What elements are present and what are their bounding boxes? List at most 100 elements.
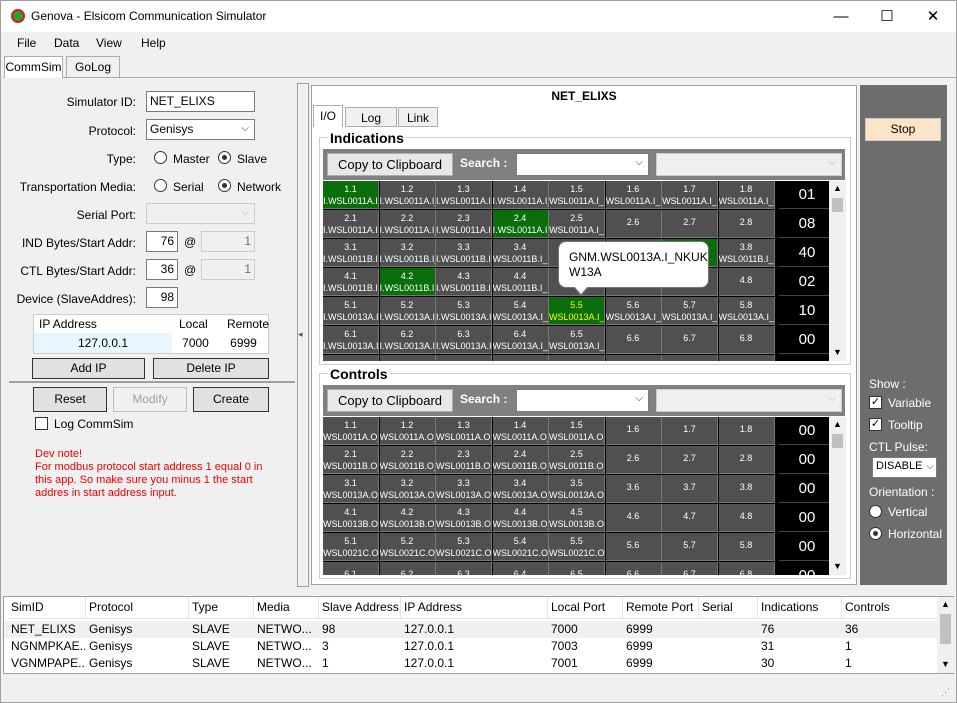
horizontal-radio[interactable] xyxy=(869,527,882,540)
io-cell[interactable]: 5.7 xyxy=(662,533,718,561)
byte-value[interactable]: 00 xyxy=(779,475,833,503)
io-cell[interactable]: 7.8 xyxy=(718,355,775,361)
tab-log[interactable]: Log xyxy=(345,107,397,127)
io-cell[interactable]: 1.2 WSL0011A.O_ xyxy=(379,417,436,445)
io-cell[interactable]: 3.5 WSL0013A.O_ xyxy=(549,475,605,503)
column-header[interactable]: Controls xyxy=(842,597,940,619)
io-cell[interactable]: 1.8 xyxy=(718,417,775,445)
byte-value[interactable]: 00 xyxy=(779,504,833,532)
ind-search-input[interactable]: ⌵ xyxy=(516,153,649,176)
scroll-thumb[interactable] xyxy=(832,434,843,448)
io-cell[interactable]: 4.2 WSL0013B.O_ xyxy=(379,504,436,532)
io-cell[interactable]: 2.3 WSL0011B.O_ xyxy=(436,446,492,474)
io-cell[interactable]: 6.4 WSL0013A.I_ xyxy=(492,326,549,354)
io-cell[interactable]: 6.3 I.WSL0013A.I_ xyxy=(436,326,492,354)
byte-value[interactable]: 00 xyxy=(779,533,833,561)
tab-golog[interactable]: GoLog xyxy=(66,56,120,78)
io-cell[interactable]: 5.1 I.WSL0013A.I_ xyxy=(323,297,379,325)
io-cell[interactable]: 3.8 WSL0011B.I_ xyxy=(718,239,775,267)
io-cell[interactable]: 6.3 xyxy=(436,562,492,575)
io-cell[interactable]: 2.1 WSL0011B.O_ xyxy=(323,446,379,474)
io-cell[interactable]: 6.5 WSL0013A.I_ xyxy=(549,326,605,354)
io-cell[interactable]: 5.3 I.WSL0013A.I_ xyxy=(436,297,492,325)
io-cell[interactable]: 5.5 WSL0013A.I_ xyxy=(549,297,605,325)
io-cell[interactable]: 5.5 WSL0021C.O_ xyxy=(549,533,605,561)
io-cell[interactable]: 6.8 xyxy=(718,562,775,575)
io-cell[interactable]: 2.1 I.WSL0011A.I_ xyxy=(323,210,379,238)
protocol-select[interactable]: Genisys ⌵ xyxy=(146,119,255,140)
io-cell[interactable]: 1.8 WSL0011A.I_c xyxy=(718,181,775,209)
type-slave-radio[interactable] xyxy=(218,151,231,164)
io-cell[interactable]: 2.6 xyxy=(605,210,662,238)
reset-button[interactable]: Reset xyxy=(33,387,107,412)
ind-scrollbar[interactable]: ▲ ▼ xyxy=(829,181,846,361)
io-cell[interactable]: 6.2 I.WSL0013A.I_ xyxy=(379,326,436,354)
io-cell[interactable]: 7.7 xyxy=(662,355,718,361)
menu-view[interactable]: View xyxy=(96,36,122,50)
io-cell[interactable]: 4.7 xyxy=(662,504,718,532)
io-cell[interactable]: 3.4 WSL0013A.O_ xyxy=(492,475,549,503)
io-cell[interactable]: 4.5 WSL0013B.O_ xyxy=(549,504,605,532)
io-cell[interactable]: 6.6 xyxy=(605,326,662,354)
column-header[interactable]: Serial xyxy=(699,597,758,619)
variable-checkbox[interactable]: ✓ xyxy=(869,396,882,409)
io-cell[interactable]: 6.1 I.WSL0013A.I_ xyxy=(323,326,379,354)
stop-button[interactable]: Stop xyxy=(865,118,941,141)
column-header[interactable]: IP Address xyxy=(401,597,548,619)
io-cell[interactable]: 6.6 xyxy=(605,562,662,575)
io-cell[interactable]: 3.3 WSL0013A.O_ xyxy=(436,475,492,503)
io-cell[interactable]: 4.2 I.WSL0011B.I xyxy=(379,268,436,296)
io-cell[interactable]: 1.1 WSL0011A.O_ xyxy=(323,417,379,445)
add-ip-button[interactable]: Add IP xyxy=(32,358,145,379)
local-cell[interactable]: 7000 xyxy=(172,333,219,353)
io-cell[interactable]: 1.3 I.WSL0011A.I_ xyxy=(436,181,492,209)
io-cell[interactable]: 2.5 WSL0011A.I_ xyxy=(549,210,605,238)
log-commsim-checkbox[interactable] xyxy=(35,417,48,430)
io-cell[interactable]: 4.1 I.WSL0011B.I_ xyxy=(323,268,379,296)
io-cell[interactable]: 5.7 WSL0013A.I_ xyxy=(662,297,718,325)
io-cell[interactable]: 4.8 xyxy=(718,268,775,296)
io-cell[interactable]: 5.1 WSL0021C.O_ xyxy=(323,533,379,561)
ctl-search-input[interactable]: ⌵ xyxy=(516,389,649,412)
scroll-down-icon[interactable]: ▼ xyxy=(941,659,950,669)
io-cell[interactable]: 4.8 xyxy=(718,504,775,532)
io-cell[interactable]: 1.5 WSL0011A.O_ xyxy=(549,417,605,445)
ctl-copy-button[interactable]: Copy to Clipboard xyxy=(327,389,453,412)
io-cell[interactable]: 5.4 WSL0021C.O_ xyxy=(492,533,549,561)
sim-id-input[interactable]: NET_ELIXS xyxy=(146,91,255,112)
byte-value[interactable]: 10 xyxy=(779,297,833,325)
io-cell[interactable]: 2.2 WSL0011B.O_ xyxy=(379,446,436,474)
delete-ip-button[interactable]: Delete IP xyxy=(153,358,269,379)
ctl-addr-input[interactable]: 1 xyxy=(201,259,255,280)
io-cell[interactable]: 4.4 WSL0011B.I_ xyxy=(492,268,549,296)
tab-link[interactable]: Link xyxy=(398,107,438,127)
resize-grip-icon[interactable]: ⋰ xyxy=(941,687,950,698)
io-cell[interactable]: 6.7 xyxy=(662,326,718,354)
byte-value[interactable]: 01 xyxy=(779,181,833,209)
close-button[interactable]: ✕ xyxy=(910,1,956,32)
io-cell[interactable]: 4.4 WSL0013B.O_ xyxy=(492,504,549,532)
io-cell[interactable]: 2.5 WSL0011B.O_ xyxy=(549,446,605,474)
serial-port-select[interactable]: ⌵ xyxy=(146,203,255,224)
device-input[interactable]: 98 xyxy=(146,287,178,308)
io-cell[interactable]: 1.1 I.WSL0011A.I xyxy=(323,181,379,209)
byte-value[interactable]: 08 xyxy=(779,210,833,238)
io-cell[interactable]: 3.6 xyxy=(605,475,662,503)
column-header[interactable]: Type xyxy=(189,597,254,619)
media-network-radio[interactable] xyxy=(218,179,231,192)
io-cell[interactable]: 3.3 I.WSL0011B.I_ xyxy=(436,239,492,267)
scroll-thumb[interactable] xyxy=(940,614,951,644)
byte-value[interactable]: 02 xyxy=(779,268,833,296)
menu-file[interactable]: File xyxy=(17,36,36,50)
io-cell[interactable]: 3.8 xyxy=(718,475,775,503)
column-header[interactable]: Remote Port xyxy=(623,597,699,619)
io-cell[interactable]: 2.6 xyxy=(605,446,662,474)
scroll-thumb[interactable] xyxy=(832,198,843,212)
io-cell[interactable]: 5.6 WSL0013A.I_ xyxy=(605,297,662,325)
io-cell[interactable]: 4.3 I.WSL0011B.I_ xyxy=(436,268,492,296)
ind-addr-input[interactable]: 1 xyxy=(201,231,255,252)
modify-button[interactable]: Modify xyxy=(113,387,187,412)
io-cell[interactable]: 6.8 xyxy=(718,326,775,354)
tooltip-checkbox[interactable]: ✓ xyxy=(869,418,882,431)
menu-help[interactable]: Help xyxy=(141,36,166,50)
